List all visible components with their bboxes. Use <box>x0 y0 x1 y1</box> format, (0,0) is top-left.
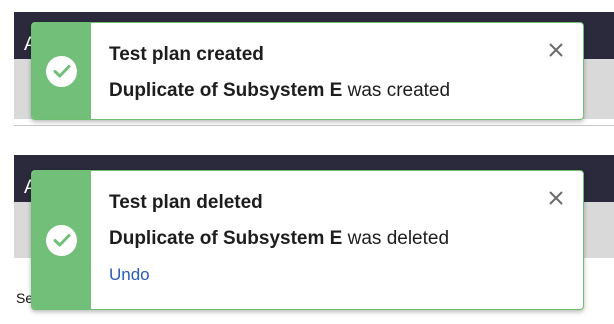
check-icon <box>46 55 77 87</box>
toast-status-stripe <box>32 23 91 119</box>
check-icon <box>46 224 77 256</box>
close-icon[interactable] <box>547 189 565 207</box>
toast-content: Test plan created Duplicate of Subsystem… <box>91 23 583 119</box>
toast-message: Duplicate of Subsystem E was deleted <box>109 227 565 251</box>
success-toast-created: Test plan created Duplicate of Subsystem… <box>31 22 584 120</box>
toast-message-subject: Duplicate of Subsystem E <box>109 228 343 249</box>
toast-content: Test plan deleted Duplicate of Subsystem… <box>91 171 583 309</box>
notification-stage: A A Se Test plan created Duplicate of Su… <box>0 0 614 324</box>
close-icon[interactable] <box>547 41 565 59</box>
toast-message-subject: Duplicate of Subsystem E <box>109 80 343 101</box>
success-toast-deleted: Test plan deleted Duplicate of Subsystem… <box>31 170 584 310</box>
toast-title: Test plan deleted <box>109 192 263 213</box>
toast-message-suffix: was created <box>342 80 451 101</box>
toast-title: Test plan created <box>109 44 264 65</box>
background-divider <box>14 125 614 126</box>
toast-status-stripe <box>32 171 91 309</box>
toast-message: Duplicate of Subsystem E was created <box>109 79 565 103</box>
toast-message-suffix: was deleted <box>342 228 450 249</box>
undo-link[interactable]: Undo <box>109 265 150 285</box>
